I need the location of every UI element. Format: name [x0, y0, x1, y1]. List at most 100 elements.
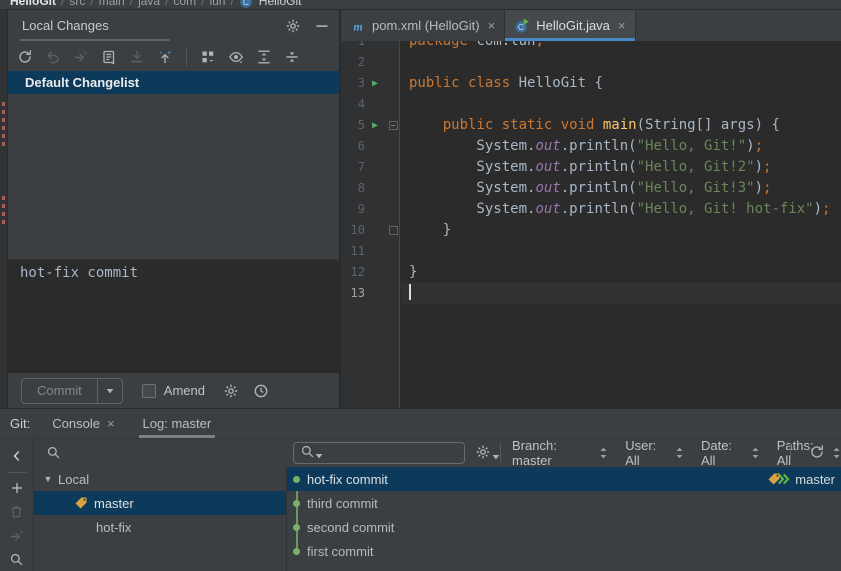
preview-icon: [228, 49, 244, 65]
gutter-fold-cell: [385, 178, 401, 199]
breadcrumb-item[interactable]: java: [138, 0, 160, 8]
class-icon: C: [239, 0, 255, 9]
changelist-button[interactable]: [97, 46, 121, 68]
maven-icon: m: [350, 18, 366, 34]
filter-branch[interactable]: Branch: master: [512, 438, 608, 468]
code-line[interactable]: 4: [341, 94, 841, 115]
commit-dropdown-button[interactable]: [96, 378, 122, 403]
breadcrumb-item[interactable]: com: [173, 0, 196, 8]
editor-tab-active[interactable]: C HelloGit.java ×: [505, 10, 636, 41]
close-icon[interactable]: ×: [618, 18, 626, 33]
shelve-button[interactable]: [125, 46, 149, 68]
code-line[interactable]: 13: [341, 283, 841, 304]
breadcrumb-item[interactable]: main: [99, 0, 125, 8]
trash-button[interactable]: [5, 500, 29, 524]
breadcrumb-item[interactable]: HelloGit: [10, 0, 56, 8]
group-by-icon: [200, 49, 216, 65]
editor-code-area[interactable]: 1 package com.lun; 2 3 ▶ public class HelloGi…: [341, 41, 841, 408]
preview-button[interactable]: [224, 46, 248, 68]
commit-filter-input[interactable]: [325, 445, 445, 461]
git-tab-console[interactable]: Console ×: [42, 409, 124, 438]
code-line[interactable]: 3 ▶ public class HelloGit {: [341, 73, 841, 94]
line-number: 11: [350, 244, 365, 258]
code-line[interactable]: 10 }: [341, 220, 841, 241]
run-icon[interactable]: ▶: [372, 73, 378, 94]
clock-icon[interactable]: [253, 383, 269, 399]
gear-icon[interactable]: [223, 383, 239, 399]
refresh-button[interactable]: [13, 46, 37, 68]
cherry-pick-button[interactable]: [69, 46, 93, 68]
filter-date[interactable]: Date: All: [701, 438, 760, 468]
cherry-pick-button[interactable]: [5, 524, 29, 548]
commit-filter-box[interactable]: [293, 442, 465, 464]
git-tab-log-master[interactable]: Log: master: [133, 409, 222, 438]
commit-message-input[interactable]: hot-fix commit: [8, 259, 339, 373]
search-button[interactable]: [5, 547, 29, 571]
fold-marker-icon[interactable]: [388, 226, 398, 235]
gutter-fold-cell: [385, 136, 401, 157]
chevrons-icon: [777, 473, 790, 485]
commit-button-label[interactable]: Commit: [22, 379, 97, 403]
expand-all-button[interactable]: [252, 46, 276, 68]
commit-row[interactable]: third commit: [287, 491, 841, 515]
collapse-all-button[interactable]: [280, 46, 304, 68]
gutter-fold-cell: [385, 157, 401, 178]
git-tab-label: Log: master: [142, 416, 212, 431]
commit-button[interactable]: Commit: [21, 377, 123, 404]
tree-node-root[interactable]: ▼ Local: [34, 467, 286, 491]
code-line[interactable]: 6 System.out.println("Hello, Git!");: [341, 136, 841, 157]
commit-node-icon: [293, 523, 300, 531]
code-line[interactable]: 7 System.out.println("Hello, Git!2");: [341, 157, 841, 178]
rollback-button[interactable]: [41, 46, 65, 68]
chevron-left-button[interactable]: [5, 444, 29, 468]
spinner-icon: [832, 446, 841, 460]
run-icon[interactable]: ▶: [372, 115, 378, 136]
breadcrumb-item[interactable]: src: [69, 0, 85, 8]
commit-row[interactable]: first commit: [287, 539, 841, 563]
gear-icon[interactable]: [285, 18, 301, 34]
changes-list-area[interactable]: [8, 94, 339, 259]
breadcrumb-item[interactable]: lun: [209, 0, 225, 8]
changelist-row[interactable]: Default Changelist: [8, 71, 339, 94]
code-text: package com.lun;: [409, 41, 544, 49]
cherry-pick-icon: [73, 49, 89, 65]
stripe-mark: [2, 220, 5, 224]
gear-icon[interactable]: [475, 444, 491, 460]
branch-label: hot-fix: [96, 519, 132, 535]
changelist-label: Default Changelist: [25, 75, 140, 90]
tree-node-branch[interactable]: hot-fix: [34, 515, 286, 539]
commit-row[interactable]: second commit: [287, 515, 841, 539]
line-number: 10: [350, 223, 365, 237]
local-changes-toolbar: [13, 43, 304, 71]
commit-row[interactable]: hot-fix commit master: [287, 467, 841, 491]
code-line[interactable]: 9 System.out.println("Hello, Git! hot-fi…: [341, 199, 841, 220]
code-line[interactable]: 1 package com.lun;: [341, 41, 841, 52]
chevron-down-icon[interactable]: ▼: [42, 474, 54, 484]
refresh-icon: [17, 49, 33, 65]
close-icon[interactable]: ×: [488, 18, 496, 33]
refresh-icon[interactable]: [809, 444, 825, 460]
code-line[interactable]: 12}: [341, 262, 841, 283]
code-text: }: [409, 264, 418, 280]
gutter-fold-cell: [385, 241, 401, 262]
search-icon: [300, 444, 315, 459]
breadcrumb-item[interactable]: C HelloGit: [239, 0, 301, 9]
editor-tab[interactable]: m pom.xml (HelloGit) ×: [341, 10, 506, 41]
fold-marker-icon[interactable]: −: [388, 121, 398, 130]
code-line[interactable]: 8 System.out.println("Hello, Git!3");: [341, 178, 841, 199]
update-button[interactable]: [153, 46, 177, 68]
line-number: 7: [357, 160, 365, 174]
code-line[interactable]: 5 ▶ − public static void main(String[] arg…: [341, 115, 841, 136]
tree-node-branch[interactable]: master: [34, 491, 286, 515]
filter-user[interactable]: User: All: [625, 438, 684, 468]
search-icon[interactable]: [46, 445, 61, 460]
code-line[interactable]: 11: [341, 241, 841, 262]
amend-checkbox[interactable]: [141, 383, 156, 398]
tree-root-label: Local: [58, 471, 90, 487]
code-line[interactable]: 2: [341, 52, 841, 73]
close-icon[interactable]: ×: [107, 416, 115, 431]
minimize-icon[interactable]: [315, 19, 329, 33]
group-by-button[interactable]: [196, 46, 220, 68]
plus-button[interactable]: [5, 477, 29, 501]
